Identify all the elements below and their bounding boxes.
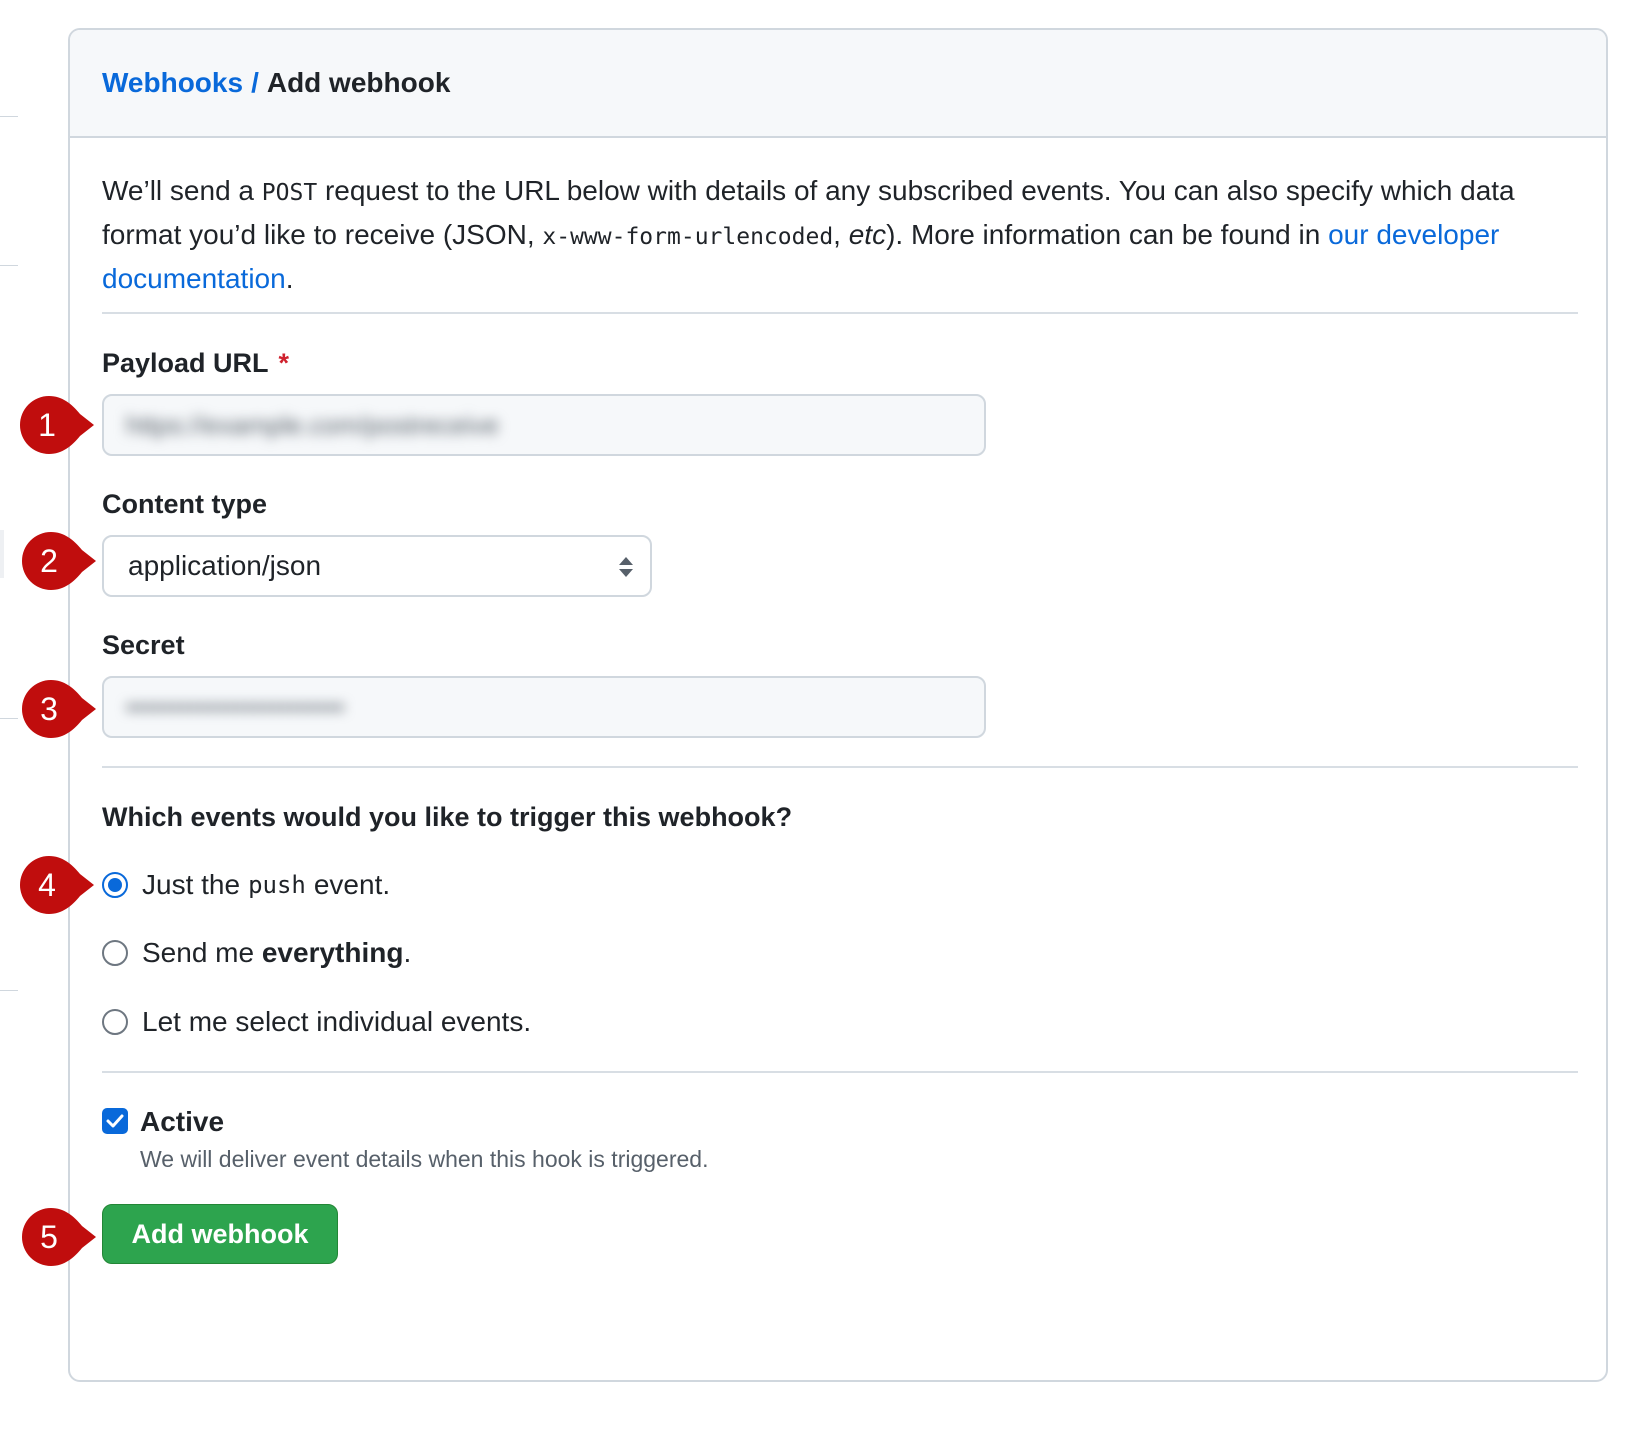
marker-3-icon: 3 xyxy=(21,680,96,738)
secret-input[interactable]: •••••••••••••••••••••••• xyxy=(102,676,986,738)
radio-label-text: Send me xyxy=(142,937,262,968)
events-question: Which events would you like to trigger t… xyxy=(102,802,793,832)
content-type-select[interactable]: application/json xyxy=(102,535,652,597)
marker-number: 2 xyxy=(40,543,58,579)
content-type-selected-value: application/json xyxy=(128,550,322,581)
section-divider xyxy=(102,312,1578,314)
marker-number: 5 xyxy=(40,1219,58,1255)
active-checkbox[interactable] xyxy=(102,1108,128,1134)
intro-text-part: ). More information can be found in xyxy=(886,219,1329,250)
marker-number: 4 xyxy=(38,867,56,903)
intro-text: We’ll send a POST request to the URL bel… xyxy=(102,170,1578,300)
checkmark-icon xyxy=(106,1114,124,1128)
add-webhook-button[interactable]: Add webhook xyxy=(102,1204,338,1264)
section-divider xyxy=(102,766,1578,768)
marker-2-icon: 2 xyxy=(21,532,96,590)
background-divider xyxy=(0,718,18,719)
breadcrumb: Webhooks / Add webhook xyxy=(70,30,1606,138)
breadcrumb-separator: / xyxy=(251,67,259,98)
marker-4-icon: 4 xyxy=(19,856,94,914)
intro-text-part: We’ll send a xyxy=(102,175,262,206)
secret-label: Secret xyxy=(102,630,185,660)
payload-url-value: https://example.com/postreceive xyxy=(126,410,499,440)
page-title: Add webhook xyxy=(266,67,451,98)
background-divider xyxy=(0,990,18,991)
payload-url-label: Payload URL * xyxy=(102,348,289,379)
code-post: POST xyxy=(261,180,318,206)
radio-label-bold: everything xyxy=(261,937,404,968)
section-divider xyxy=(102,1071,1578,1073)
radio-option-push[interactable]: Just the push event. xyxy=(102,868,390,902)
active-label[interactable]: Active xyxy=(140,1106,224,1138)
marker-number: 1 xyxy=(38,407,56,443)
radio-label-text: Just the xyxy=(142,869,241,900)
background-divider xyxy=(0,116,18,117)
required-asterisk: * xyxy=(278,348,290,378)
background-fragment xyxy=(0,530,4,578)
radio-option-individual[interactable]: Let me select individual events. xyxy=(102,1005,531,1039)
marker-5-icon: 5 xyxy=(21,1208,96,1266)
marker-number: 3 xyxy=(40,691,58,727)
intro-text-part: . xyxy=(285,263,294,294)
radio-label-text: Let me select individual events. xyxy=(142,1006,532,1037)
radio-label-text: . xyxy=(403,937,412,968)
secret-value: •••••••••••••••••••••••• xyxy=(126,692,345,722)
radio-button[interactable] xyxy=(102,1009,128,1035)
background-divider xyxy=(0,265,18,266)
radio-option-everything[interactable]: Send me everything. xyxy=(102,936,411,970)
select-arrows-icon xyxy=(619,557,633,577)
code-push: push xyxy=(248,871,306,899)
content-type-label: Content type xyxy=(102,489,267,519)
intro-text-part: , xyxy=(833,219,849,250)
radio-button[interactable] xyxy=(102,940,128,966)
breadcrumb-webhooks-link[interactable]: Webhooks xyxy=(102,67,243,99)
radio-label-text: event. xyxy=(313,869,391,900)
code-form-urlencoded: x-www-form-urlencoded xyxy=(542,224,834,250)
intro-etc: etc xyxy=(848,219,887,250)
marker-1-icon: 1 xyxy=(19,396,94,454)
payload-url-label-text: Payload URL xyxy=(102,348,269,378)
active-description: We will deliver event details when this … xyxy=(140,1146,709,1172)
add-webhook-panel: Webhooks / Add webhook We’ll send a POST… xyxy=(68,28,1608,1382)
payload-url-input[interactable]: https://example.com/postreceive xyxy=(102,394,986,456)
radio-button-checked[interactable] xyxy=(102,872,128,898)
